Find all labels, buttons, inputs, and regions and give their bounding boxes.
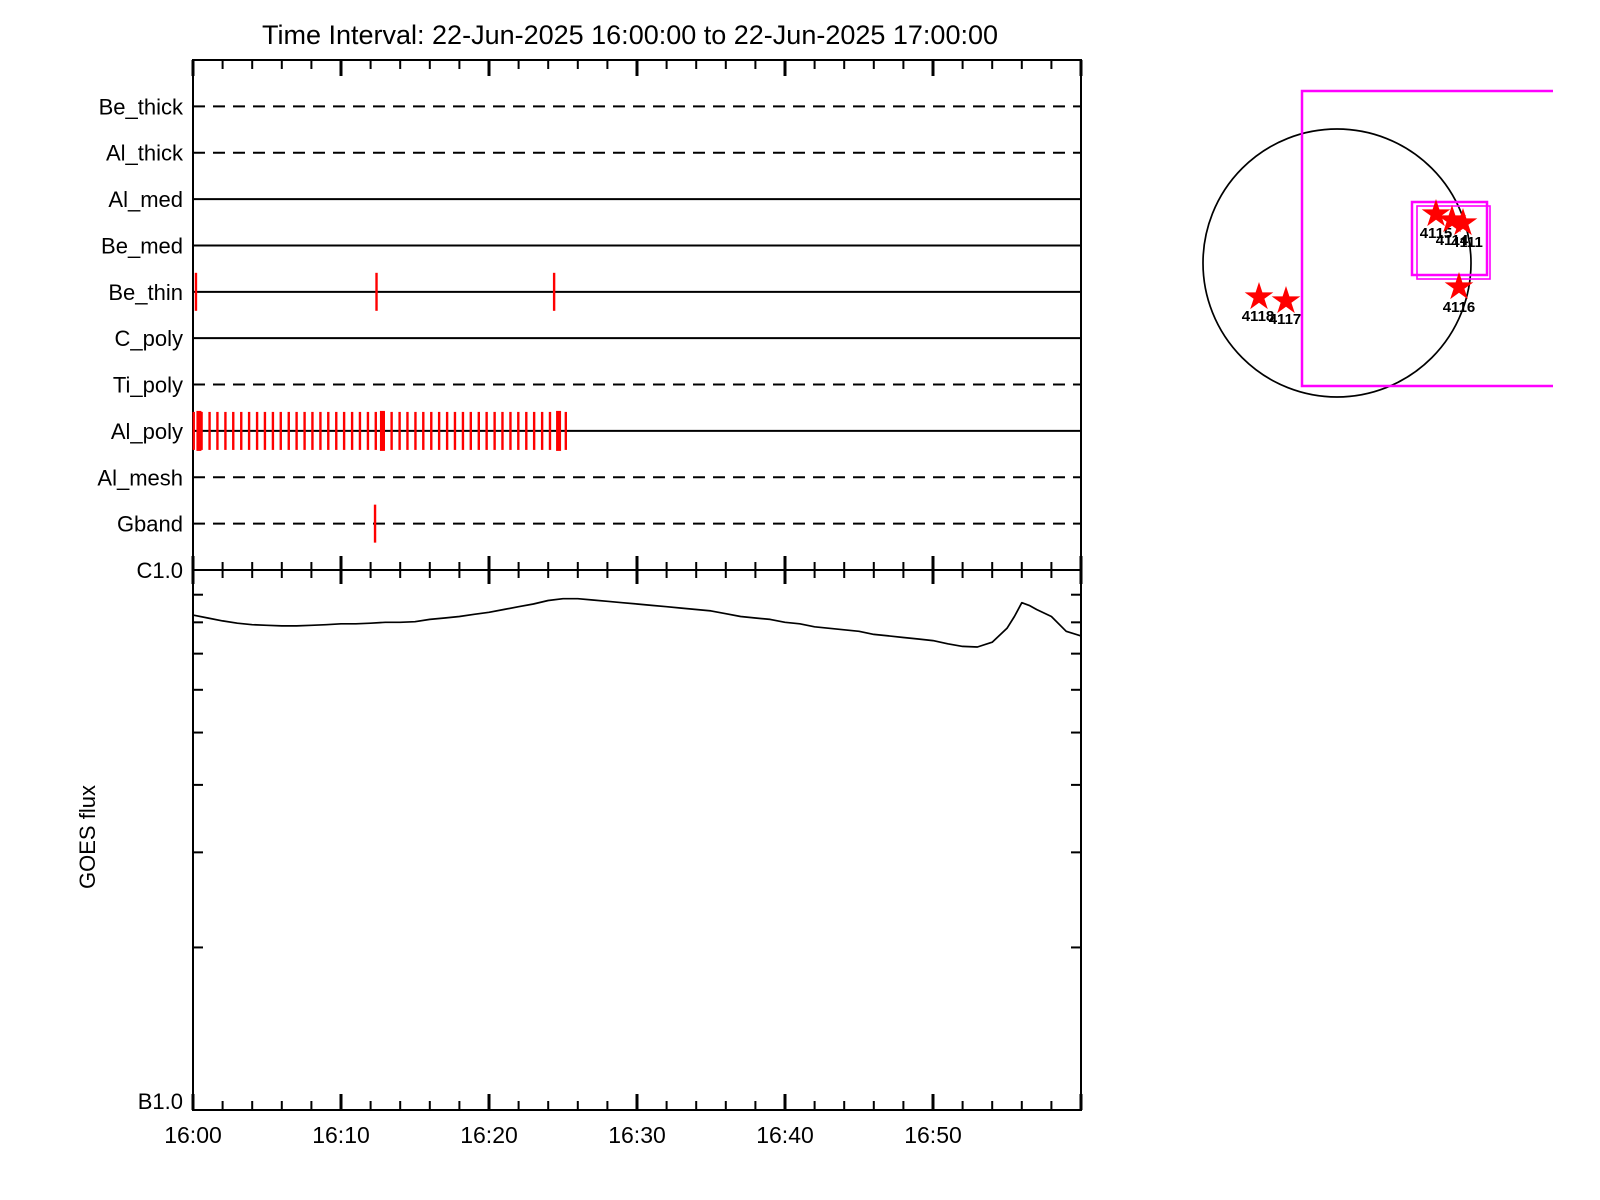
- xrt-goes-plot-canvas: Time Interval: 22-Jun-2025 16:00:00 to 2…: [75, 20, 1553, 1148]
- filter-row-label-Be_thin: Be_thin: [108, 280, 183, 305]
- active-region-label-4116: 4116: [1443, 299, 1476, 316]
- x-tick-label-16:40: 16:40: [756, 1122, 814, 1148]
- x-tick-label-16:10: 16:10: [312, 1122, 370, 1148]
- filter-row-label-Al_poly: Al_poly: [111, 419, 183, 444]
- active-region-star-4118: [1244, 282, 1274, 310]
- solar-limb-circle: [1202, 128, 1472, 398]
- filter-row-label-Be_med: Be_med: [101, 233, 183, 258]
- filter-row-label-Gband: Gband: [117, 512, 183, 537]
- filter-row-label-Ti_poly: Ti_poly: [113, 373, 183, 398]
- goes-frame: [192, 569, 1082, 1111]
- plot-title: Time Interval: 22-Jun-2025 16:00:00 to 2…: [262, 20, 998, 50]
- solar-disk-map: 411541144111411641184117: [1202, 89, 1553, 398]
- active-region-label-4111: 4111: [1451, 234, 1483, 251]
- x-tick-label-16:50: 16:50: [904, 1122, 962, 1148]
- x-tick-label-16:20: 16:20: [460, 1122, 518, 1148]
- timeline-frame: [192, 59, 1082, 571]
- plot-page: Time Interval: 22-Jun-2025 16:00:00 to 2…: [0, 0, 1600, 1200]
- filter-row-label-C_poly: C_poly: [115, 326, 183, 351]
- goes-flux-curve: [192, 597, 1082, 648]
- filter-timeline-panel: Be_thick Al_thick Al_med Be_med Be_thin C_pol…: [97, 59, 1083, 584]
- x-tick-label-16:30: 16:30: [608, 1122, 666, 1148]
- filter-row-label-Be_thick: Be_thick: [99, 94, 184, 119]
- goes-flux-panel: 16:00 16:10 16:20 16:30 16:40 16:50: [164, 569, 1083, 1148]
- y-axis-bottom-label: B1.0: [138, 1089, 183, 1114]
- y-axis-title: GOES flux: [75, 785, 100, 889]
- x-tick-label-16:00: 16:00: [164, 1122, 222, 1148]
- active-region-star-4117: [1271, 286, 1301, 314]
- y-axis-top-label: C1.0: [137, 558, 183, 583]
- filter-row-label-Al_mesh: Al_mesh: [97, 465, 183, 490]
- filter-row-label-Al_thick: Al_thick: [106, 141, 184, 166]
- filter-row-label-Al_med: Al_med: [108, 187, 183, 212]
- active-region-label-4117: 4117: [1269, 311, 1302, 328]
